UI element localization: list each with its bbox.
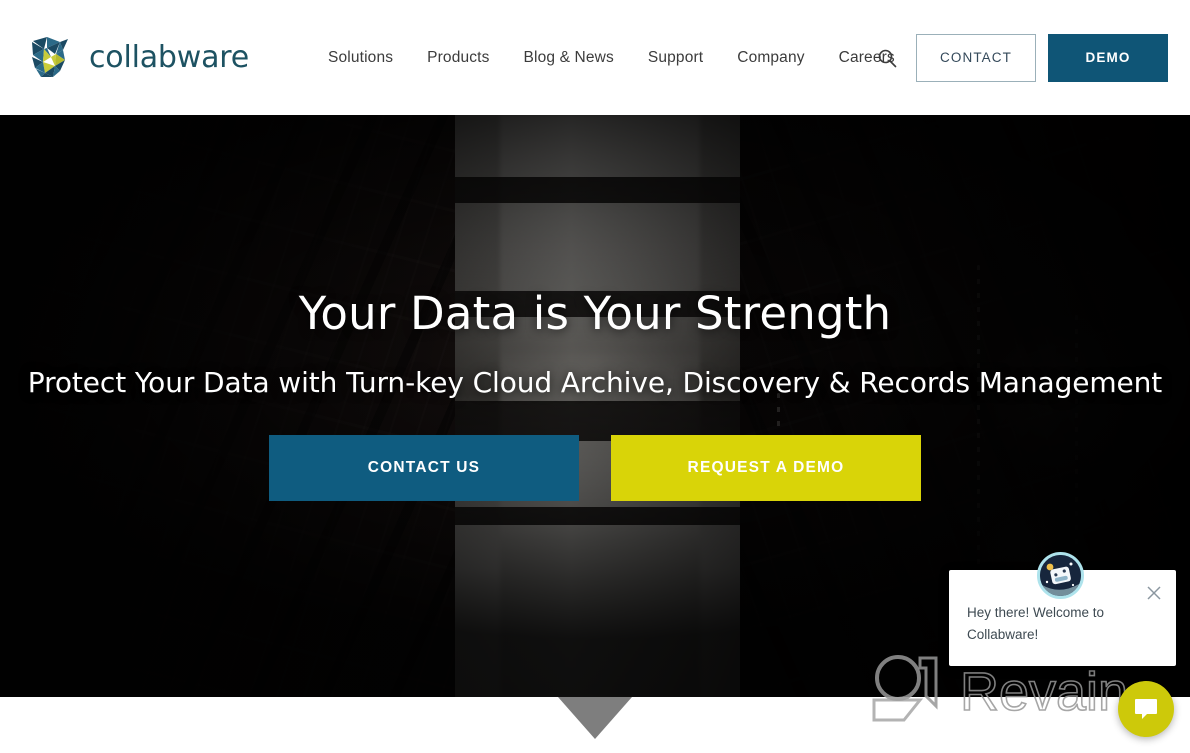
hero-cta-group: CONTACT US REQUEST A DEMO [269,435,921,501]
nav-item-blog-news[interactable]: Blog & News [507,49,631,67]
demo-button[interactable]: DEMO [1048,33,1168,82]
header-actions: CONTACT DEMO [866,0,1168,115]
nav-item-solutions[interactable]: Solutions [311,49,410,67]
logo-wordmark: collabware [89,40,249,75]
close-icon[interactable] [1143,582,1165,604]
contact-button[interactable]: CONTACT [916,33,1036,82]
request-a-demo-button[interactable]: REQUEST A DEMO [611,435,921,501]
search-icon[interactable] [866,37,908,79]
scroll-down-triangle-icon[interactable] [558,697,632,739]
site-logo[interactable]: collabware [27,33,249,83]
robot-avatar-icon[interactable] [1037,552,1084,599]
collabware-mosaic-logo-icon [27,33,79,83]
nav-item-products[interactable]: Products [410,49,506,67]
page-root: collabware Solutions Products Blog & New… [0,0,1190,753]
contact-us-button[interactable]: CONTACT US [269,435,579,501]
primary-navigation: Solutions Products Blog & News Support C… [311,49,912,67]
hero-subtitle: Protect Your Data with Turn-key Cloud Ar… [27,366,1163,399]
nav-item-company[interactable]: Company [720,49,821,67]
chat-bubble-icon[interactable] [1118,681,1174,737]
hero-title: Your Data is Your Strength [298,287,892,340]
site-header: collabware Solutions Products Blog & New… [0,0,1190,115]
nav-item-support[interactable]: Support [631,49,720,67]
chat-greeting-message: Hey there! Welcome to Collabware! [967,605,1105,643]
